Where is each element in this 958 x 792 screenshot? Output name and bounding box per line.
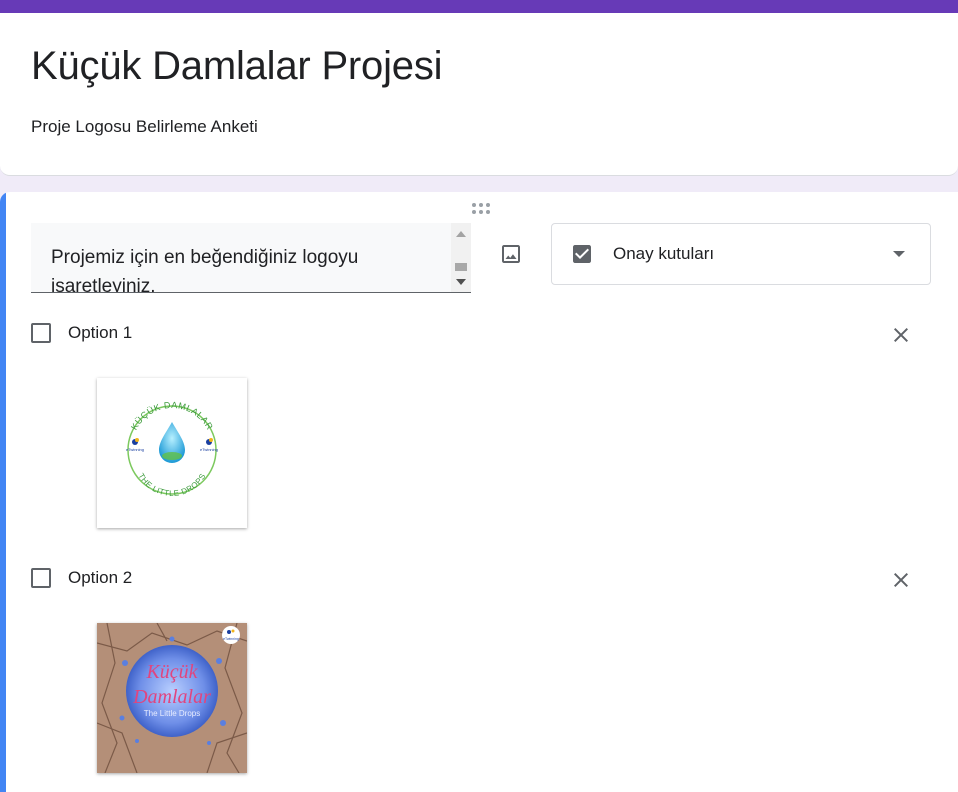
scroll-thumb[interactable] xyxy=(455,263,467,271)
option-image-1[interactable]: KÜÇÜK DAMLALAR THE LITTLE DROPS eTwinnin… xyxy=(97,378,247,528)
checkbox-checked-icon xyxy=(573,245,591,263)
add-image-button[interactable] xyxy=(493,236,529,272)
question-title-input[interactable]: Projemiz için en beğendiğiniz logoyu işa… xyxy=(31,223,471,293)
question-scrollbar[interactable] xyxy=(451,223,471,292)
question-card[interactable]: Projemiz için en beğendiğiniz logoyu işa… xyxy=(0,192,958,792)
option-label-1[interactable]: Option 1 xyxy=(68,323,132,343)
chevron-down-icon xyxy=(893,251,905,257)
option-checkbox-1[interactable] xyxy=(31,323,51,343)
logo2-title-line2: Damlalar xyxy=(132,686,211,708)
logo2-title-line1: Küçük xyxy=(145,661,198,683)
close-icon xyxy=(894,573,908,587)
logo2-subtitle: The Little Drops xyxy=(144,709,200,718)
header-accent-bar xyxy=(0,0,958,13)
option-image-2[interactable]: Küçük Damlalar The Little Drops eTwinnin… xyxy=(97,623,247,773)
svg-text:eTwinning: eTwinning xyxy=(223,637,239,641)
drag-handle-icon[interactable] xyxy=(470,200,492,216)
remove-option-1-button[interactable] xyxy=(883,317,919,353)
scroll-down-arrow-icon[interactable] xyxy=(456,279,466,285)
option-row-2: Option 2 xyxy=(31,566,931,596)
form-title[interactable]: Küçük Damlalar Projesi xyxy=(31,44,443,89)
scroll-up-arrow-icon[interactable] xyxy=(456,231,466,237)
active-question-indicator xyxy=(0,192,6,792)
option-row-1: Option 1 xyxy=(31,321,931,351)
question-type-label: Onay kutuları xyxy=(613,244,715,263)
question-title-text: Projemiz için en beğendiğiniz logoyu işa… xyxy=(51,247,359,293)
form-description[interactable]: Proje Logosu Belirleme Anketi xyxy=(31,117,258,137)
question-type-dropdown[interactable]: Onay kutuları xyxy=(551,223,931,285)
option-checkbox-2[interactable] xyxy=(31,568,51,588)
svg-text:eTwinning: eTwinning xyxy=(200,447,218,452)
etwinning-badge-icon: eTwinning xyxy=(222,626,240,644)
form-header-card: Küçük Damlalar Projesi Proje Logosu Beli… xyxy=(0,0,958,176)
remove-option-2-button[interactable] xyxy=(883,562,919,598)
svg-text:eTwinning: eTwinning xyxy=(126,447,144,452)
close-icon xyxy=(894,328,908,342)
option-label-2[interactable]: Option 2 xyxy=(68,568,132,588)
image-icon xyxy=(502,245,520,263)
